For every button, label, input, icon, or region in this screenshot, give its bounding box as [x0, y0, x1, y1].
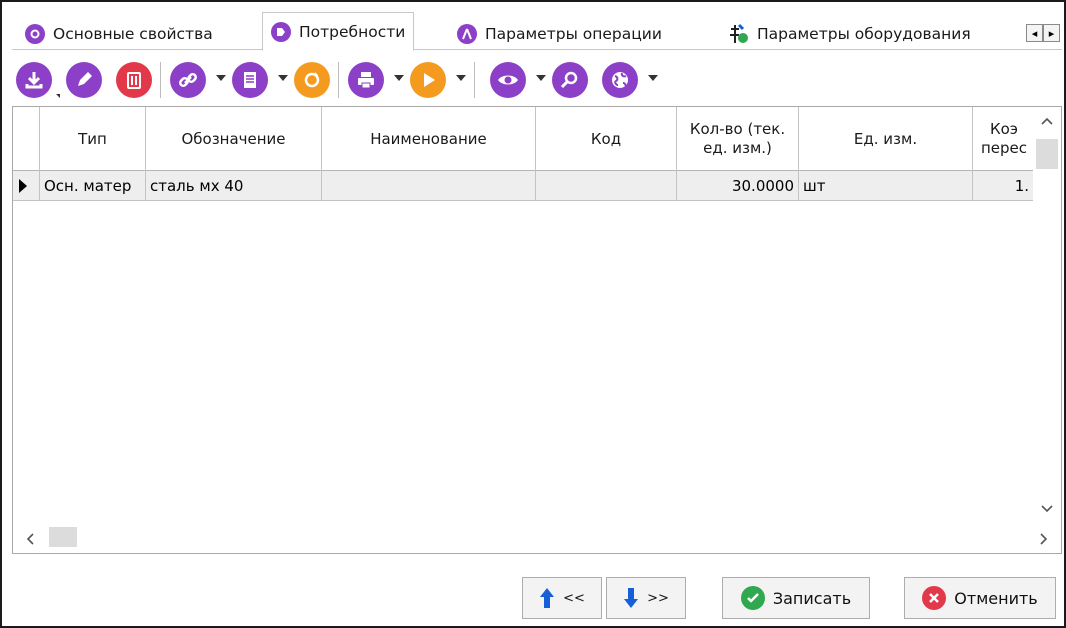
tab-label: Потребности [299, 22, 406, 41]
document-dropdown-arrow[interactable] [278, 75, 288, 81]
requirements-table: Тип Обозначение Наименование Код Кол-во … [12, 106, 1062, 554]
scroll-left-icon[interactable] [23, 529, 37, 549]
tools-icon [727, 23, 749, 45]
row-indicator-header [13, 107, 40, 171]
link-button[interactable] [170, 62, 206, 98]
play-icon [424, 73, 435, 87]
tag-icon [271, 21, 291, 42]
tab-equipment-params[interactable]: Параметры оборудования [718, 16, 980, 50]
cell-type[interactable]: Осн. матер [40, 171, 146, 201]
cell-quantity[interactable]: 30.0000 [677, 171, 799, 201]
vertical-scroll-thumb[interactable] [1036, 139, 1058, 169]
dialog-window: Основные свойства Потребности Параметры … [0, 0, 1066, 628]
vertical-scrollbar[interactable] [1033, 107, 1061, 525]
tab-label: Параметры оборудования [757, 24, 971, 43]
play-dropdown-arrow[interactable] [456, 75, 466, 81]
link-dropdown-arrow[interactable] [216, 75, 226, 81]
view-dropdown-arrow[interactable] [536, 75, 546, 81]
table-header: Тип Обозначение Наименование Код Кол-во … [13, 107, 1033, 171]
tab-operation-params[interactable]: Параметры операции [448, 16, 671, 50]
edit-icon [78, 72, 92, 86]
search-icon [560, 71, 578, 89]
cancel-label: Отменить [954, 588, 1038, 608]
toolbar-separator [338, 62, 339, 98]
horizontal-scrollbar[interactable] [13, 523, 1061, 553]
toolbar-separator [160, 62, 161, 98]
globe-icon [612, 72, 628, 88]
refresh-icon [304, 72, 320, 88]
delete-icon [127, 72, 141, 89]
tab-requirements[interactable]: Потребности [262, 12, 415, 51]
print-button[interactable] [348, 62, 384, 98]
chevron-right-icon: ▸ [1048, 26, 1055, 40]
cell-code[interactable] [536, 171, 677, 201]
tab-scroll-right-button[interactable]: ▸ [1043, 24, 1060, 42]
column-header-quantity[interactable]: Кол-во (тек. ед. изм.) [677, 107, 799, 171]
column-header-name[interactable]: Наименование [322, 107, 536, 171]
globe-button[interactable] [602, 62, 638, 98]
current-row-arrow-icon [19, 179, 27, 193]
download-button[interactable] [16, 62, 52, 98]
column-header-unit[interactable]: Ед. изм. [799, 107, 973, 171]
link-icon [179, 73, 197, 87]
document-icon [244, 72, 256, 88]
checkmark-icon [740, 586, 765, 610]
cell-designation[interactable]: сталь мх 40 [146, 171, 322, 201]
save-button[interactable]: Записать [722, 577, 870, 619]
play-button[interactable] [410, 62, 446, 98]
download-icon [25, 72, 43, 89]
row-indicator [13, 171, 40, 201]
globe-dropdown-arrow[interactable] [648, 75, 658, 81]
view-icon [498, 75, 518, 85]
table-row[interactable]: Осн. матер сталь мх 40 30.0000 шт 1. [13, 171, 1033, 201]
edit-button[interactable] [66, 62, 102, 98]
move-down-label: >> [647, 590, 669, 606]
cancel-button[interactable]: Отменить [904, 577, 1056, 619]
tab-scroll-left-button[interactable]: ◂ [1026, 24, 1043, 42]
cell-name[interactable] [322, 171, 536, 201]
move-up-label: << [563, 590, 585, 606]
arrow-up-icon [540, 588, 555, 608]
view-button[interactable] [490, 62, 526, 98]
print-dropdown-arrow[interactable] [394, 75, 404, 81]
column-header-type[interactable]: Тип [40, 107, 146, 171]
gear-icon [25, 23, 45, 44]
tab-label: Основные свойства [53, 24, 213, 43]
print-icon [358, 72, 374, 89]
compass-icon [457, 23, 477, 44]
delete-button[interactable] [116, 62, 152, 98]
column-header-code[interactable]: Код [536, 107, 677, 171]
scroll-right-icon[interactable] [1037, 529, 1051, 549]
tab-label: Параметры операции [485, 24, 662, 43]
move-down-button[interactable]: >> [606, 577, 686, 619]
arrow-down-icon [624, 588, 639, 608]
toolbar-separator [474, 62, 475, 98]
column-header-coefficient[interactable]: Коэ перес [973, 107, 1033, 171]
toolbar [12, 56, 1062, 102]
cancel-icon [922, 586, 947, 610]
tab-main-properties[interactable]: Основные свойства [16, 16, 222, 50]
cell-coefficient[interactable]: 1. [973, 171, 1033, 201]
save-label: Записать [772, 588, 852, 608]
dropdown-corner [56, 94, 60, 98]
document-button[interactable] [232, 62, 268, 98]
refresh-button[interactable] [294, 62, 330, 98]
tab-bar: Основные свойства Потребности Параметры … [12, 12, 1062, 51]
scroll-up-icon[interactable] [1040, 111, 1054, 131]
search-button[interactable] [552, 62, 588, 98]
horizontal-scroll-thumb[interactable] [49, 527, 77, 547]
chevron-left-icon: ◂ [1031, 26, 1038, 40]
move-up-button[interactable]: << [522, 577, 602, 619]
cell-unit[interactable]: шт [799, 171, 973, 201]
column-header-designation[interactable]: Обозначение [146, 107, 322, 171]
scroll-down-icon[interactable] [1040, 499, 1054, 519]
